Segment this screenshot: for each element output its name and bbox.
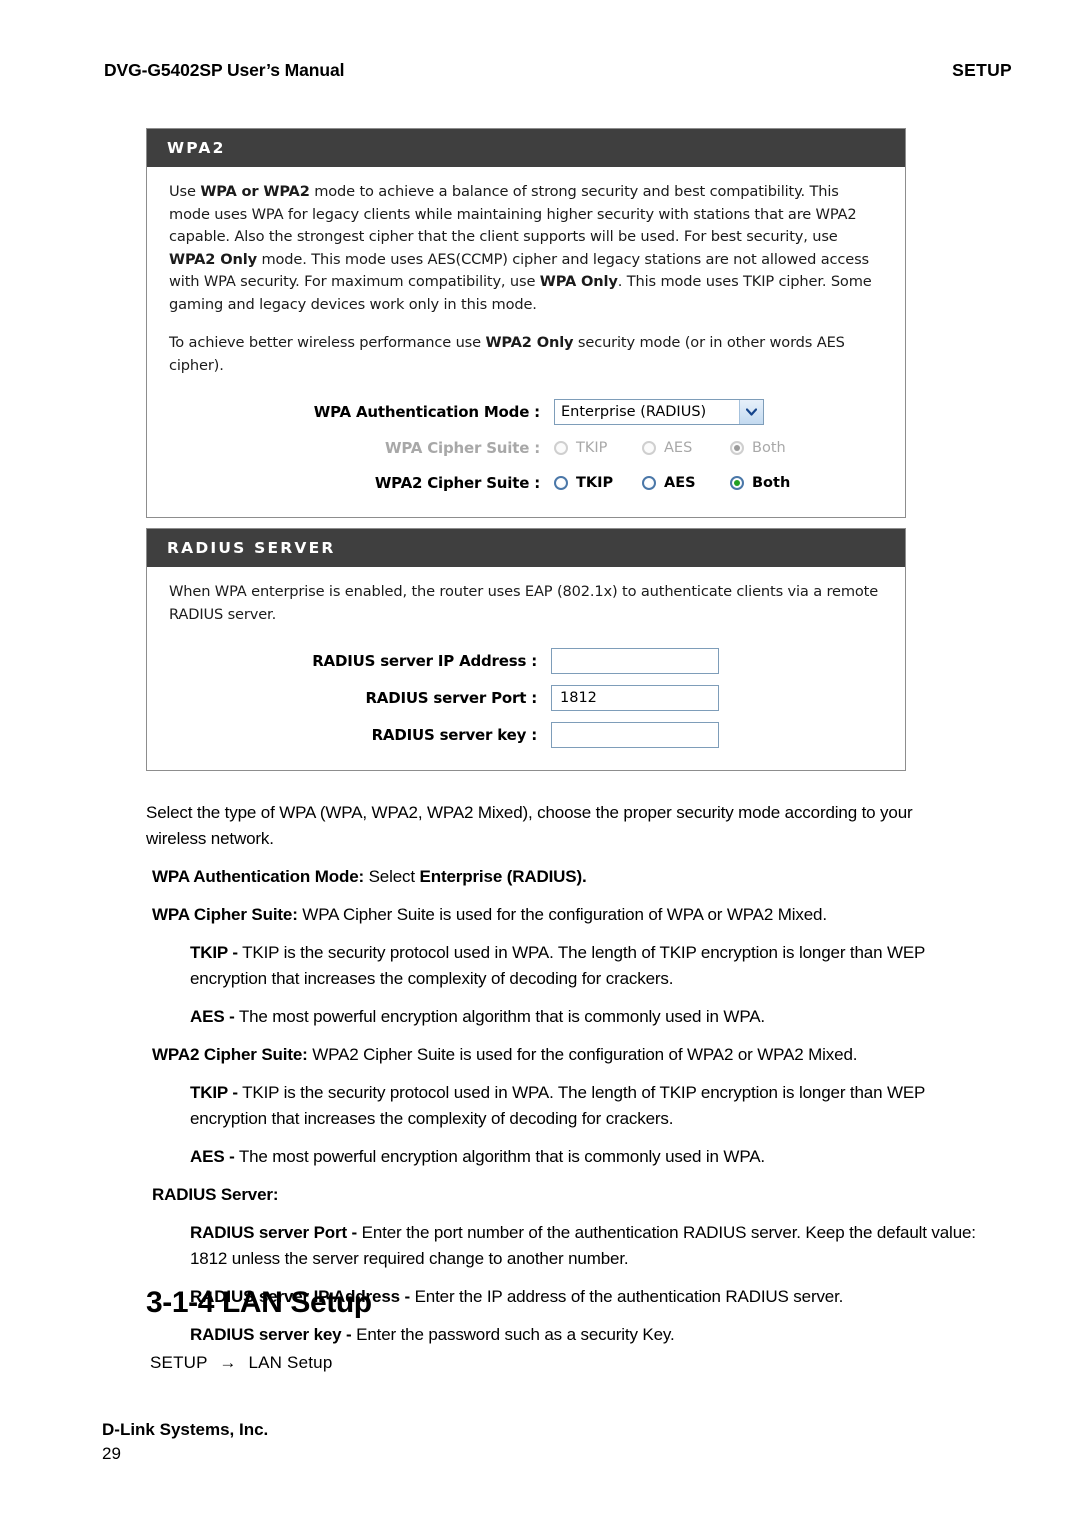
router-ui-screenshot: WPA2 Use WPA or WPA2 mode to achieve a b… [146,128,906,771]
radio-icon[interactable] [642,476,656,490]
radius-form: RADIUS server IP Address : RADIUS server… [169,648,883,748]
body-paragraph: TKIP - TKIP is the security protocol use… [190,943,925,988]
wpa2-cipher-tkip-label: TKIP [576,475,614,491]
radio-icon [642,441,656,455]
wpa2-cipher-suite-radios: TKIP AES Both [554,475,819,491]
wpa2-cipher-both-label: Both [752,475,791,491]
radius-port-input[interactable]: 1812 [551,685,719,711]
manual-title: DVG-G5402SP User’s Manual [104,60,345,80]
wpa-cipher-suite-row: WPA Cipher Suite : TKIP AES Both [169,436,883,460]
wpa2-paragraph-1: Use WPA or WPA2 mode to achieve a balanc… [169,183,872,313]
radio-icon [554,441,568,455]
radius-server-panel: RADIUS SERVER When WPA enterprise is ena… [146,528,906,771]
chevron-down-icon[interactable] [739,400,763,424]
radius-key-input[interactable] [551,722,719,748]
wpa2-cipher-option-aes[interactable]: AES [642,475,730,491]
body-copy: Select the type of WPA (WPA, WPA2, WPA2 … [146,800,976,1360]
wpa2-cipher-aes-label: AES [664,475,696,491]
wpa2-panel-title: WPA2 [147,129,905,167]
wpa-auth-mode-row: WPA Authentication Mode : Enterprise (RA… [169,399,883,425]
page-running-header: DVG-G5402SP User’s Manual SETUP [104,60,1012,81]
wpa-cipher-aes-label: AES [664,440,693,456]
radio-icon[interactable] [554,476,568,490]
page-title: 3-1-4 LAN Setup [146,1286,372,1319]
wpa2-cipher-suite-row: WPA2 Cipher Suite : TKIP AES Both [169,471,883,495]
radius-port-label: RADIUS server Port : [365,689,537,707]
wpa-auth-mode-select[interactable]: Enterprise (RADIUS) [554,399,764,425]
breadcrumb: SETUP → LAN Setup [150,1353,332,1373]
wpa-cipher-option-both: Both [730,440,818,456]
arrow-right-icon: → [219,1353,237,1372]
breadcrumb-leaf: LAN Setup [248,1353,333,1372]
radius-panel-body: When WPA enterprise is enabled, the rout… [147,567,905,770]
section-tag: SETUP [952,60,1012,80]
body-paragraph: RADIUS Server: [152,1185,279,1204]
wpa2-panel-body: Use WPA or WPA2 mode to achieve a balanc… [147,167,905,517]
radius-ip-input[interactable] [551,648,719,674]
radius-panel-title: RADIUS SERVER [147,529,905,567]
radius-ip-row: RADIUS server IP Address : [169,648,883,674]
wpa2-cipher-option-both[interactable]: Both [730,475,818,491]
body-paragraph: RADIUS server key - Enter the password s… [190,1325,675,1344]
wpa-auth-mode-label: WPA Authentication Mode : [313,403,540,421]
body-paragraph: RADIUS server Port - Enter the port numb… [190,1223,976,1268]
wpa-cipher-option-tkip: TKIP [554,440,642,456]
body-item-list: WPA Authentication Mode: Select Enterpri… [146,864,976,1348]
radio-icon-selected[interactable] [730,476,744,490]
footer-company: D-Link Systems, Inc. [102,1420,269,1439]
body-paragraph: WPA Cipher Suite: WPA Cipher Suite is us… [152,905,827,924]
radio-icon-selected [730,441,744,455]
wpa2-form: WPA Authentication Mode : Enterprise (RA… [169,399,883,495]
wpa-auth-mode-value: Enterprise (RADIUS) [561,404,707,420]
radius-key-label: RADIUS server key : [371,726,538,744]
wpa2-cipher-option-tkip[interactable]: TKIP [554,475,642,491]
wpa2-cipher-suite-label: WPA2 Cipher Suite : [374,474,540,492]
body-paragraph: TKIP - TKIP is the security protocol use… [190,1083,925,1128]
wpa-cipher-suite-radios: TKIP AES Both [554,440,819,456]
intro-paragraph: Select the type of WPA (WPA, WPA2, WPA2 … [146,803,913,848]
breadcrumb-root: SETUP [150,1353,208,1372]
body-paragraph: WPA Authentication Mode: Select Enterpri… [152,867,587,886]
radius-description: When WPA enterprise is enabled, the rout… [169,583,879,623]
wpa-cipher-both-label: Both [752,440,786,456]
footer-page-number: 29 [102,1444,121,1463]
radius-ip-label: RADIUS server IP Address : [312,652,537,670]
wpa-cipher-suite-label: WPA Cipher Suite : [385,439,540,457]
radius-key-row: RADIUS server key : [169,722,883,748]
body-paragraph: AES - The most powerful encryption algor… [190,1007,766,1026]
body-paragraph: AES - The most powerful encryption algor… [190,1147,766,1166]
wpa2-panel: WPA2 Use WPA or WPA2 mode to achieve a b… [146,128,906,518]
radius-port-row: RADIUS server Port : 1812 [169,685,883,711]
wpa-cipher-option-aes: AES [642,440,730,456]
wpa2-paragraph-2: To achieve better wireless performance u… [169,334,845,374]
body-paragraph: WPA2 Cipher Suite: WPA2 Cipher Suite is … [152,1045,858,1064]
wpa-cipher-tkip-label: TKIP [576,440,608,456]
